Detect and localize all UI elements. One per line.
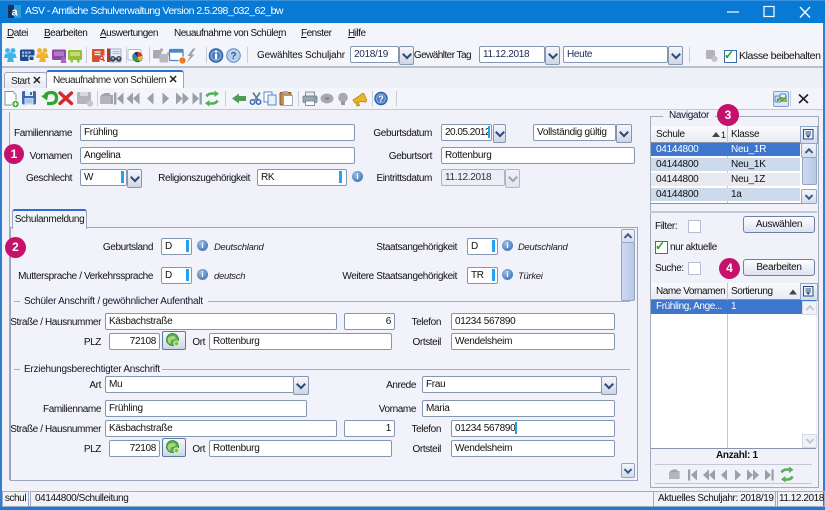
svg-text:1: 1 xyxy=(721,130,726,140)
svg-text:a: a xyxy=(12,7,19,19)
svg-text:?: ? xyxy=(231,51,237,62)
svg-text:?: ? xyxy=(378,94,384,104)
